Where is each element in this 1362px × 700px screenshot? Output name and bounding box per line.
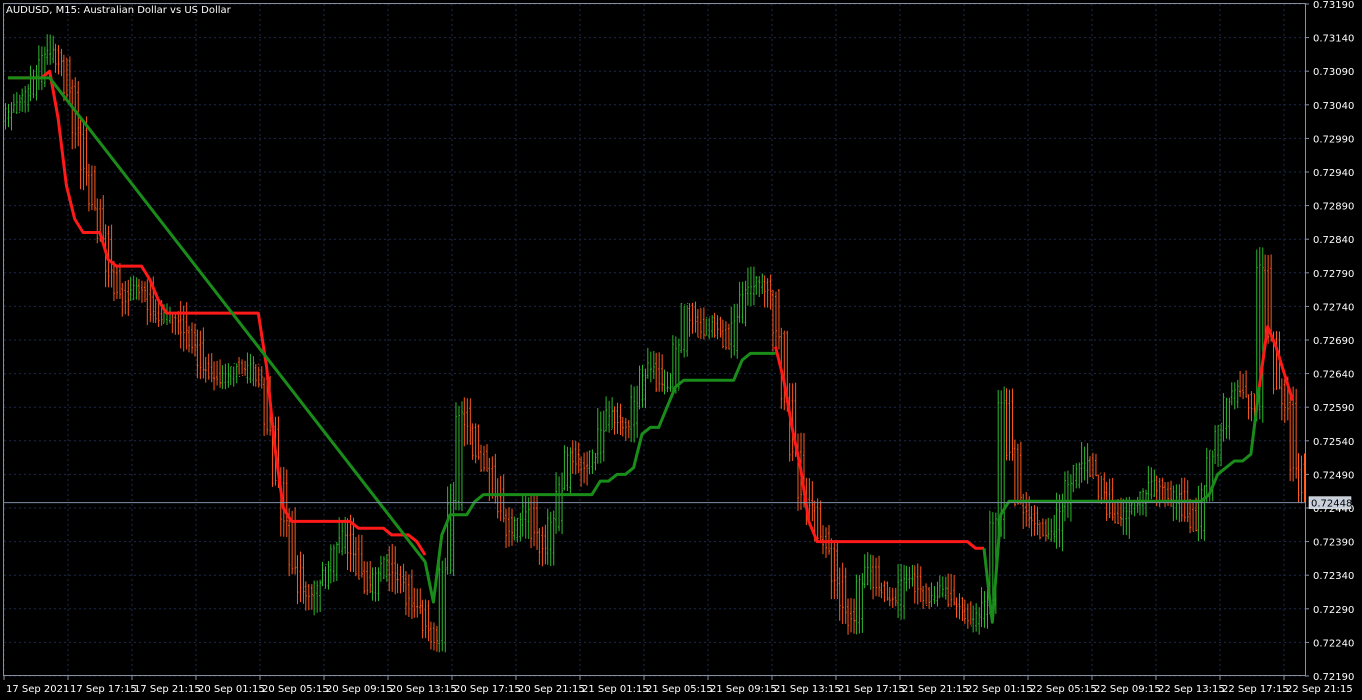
y-tick-label: 0.72840 xyxy=(1313,235,1354,246)
y-tick-label: 0.72190 xyxy=(1313,672,1354,683)
x-tick-label: 20 Sep 17:15 xyxy=(454,684,521,695)
current-price-label: 0.72448 xyxy=(1311,499,1352,510)
x-tick-label: 21 Sep 13:15 xyxy=(774,684,841,695)
y-tick-label: 0.72890 xyxy=(1313,202,1354,213)
x-tick-label: 20 Sep 01:15 xyxy=(198,684,265,695)
y-tick-label: 0.72640 xyxy=(1313,370,1354,381)
x-tick-label: 21 Sep 09:15 xyxy=(710,684,777,695)
y-tick-label: 0.72790 xyxy=(1313,269,1354,280)
y-tick-label: 0.72390 xyxy=(1313,538,1354,549)
x-tick-label: 22 Sep 17:15 xyxy=(1222,684,1289,695)
y-tick-label: 0.72240 xyxy=(1313,638,1354,649)
chart-title: AUDUSD, M15: Australian Dollar vs US Dol… xyxy=(6,5,232,16)
x-tick-label: 20 Sep 13:15 xyxy=(390,684,457,695)
y-tick-label: 0.73040 xyxy=(1313,101,1354,112)
x-tick-label: 20 Sep 05:15 xyxy=(262,684,329,695)
x-tick-label: 21 Sep 21:15 xyxy=(902,684,969,695)
y-tick-label: 0.73190 xyxy=(1313,0,1354,11)
x-tick-label: 22 Sep 13:15 xyxy=(1158,684,1225,695)
x-tick-label: 20 Sep 21:15 xyxy=(518,684,585,695)
x-tick-label: 17 Sep 17:15 xyxy=(70,684,137,695)
x-tick-label: 21 Sep 05:15 xyxy=(646,684,713,695)
y-tick-label: 0.73090 xyxy=(1313,67,1354,78)
grid xyxy=(3,3,1305,677)
current-price-tag: 0.72448 xyxy=(1308,496,1352,510)
y-tick-label: 0.72590 xyxy=(1313,403,1354,414)
y-tick-label: 0.72540 xyxy=(1313,437,1354,448)
x-tick-label: 22 Sep 21:15 xyxy=(1286,684,1353,695)
y-tick-label: 0.72490 xyxy=(1313,470,1354,481)
y-tick-label: 0.73140 xyxy=(1313,34,1354,45)
x-tick-label: 22 Sep 09:15 xyxy=(1094,684,1161,695)
x-tick-label: 21 Sep 01:15 xyxy=(582,684,649,695)
x-tick-label: 17 Sep 2021 xyxy=(6,684,69,695)
x-tick-label: 21 Sep 17:15 xyxy=(838,684,905,695)
x-tick-label: 22 Sep 05:15 xyxy=(1030,684,1097,695)
y-tick-label: 0.72740 xyxy=(1313,302,1354,313)
y-tick-label: 0.72340 xyxy=(1313,571,1354,582)
x-tick-label: 20 Sep 09:15 xyxy=(326,684,393,695)
y-tick-label: 0.72990 xyxy=(1313,134,1354,145)
price-axis[interactable]: 0.72190 0.72240 0.72290 0.72340 0.72390 0.724… xyxy=(1305,0,1354,683)
x-tick-label: 22 Sep 01:15 xyxy=(966,684,1033,695)
y-tick-label: 0.72940 xyxy=(1313,168,1354,179)
x-tick-label: 17 Sep 21:15 xyxy=(134,684,201,695)
y-tick-label: 0.72290 xyxy=(1313,605,1354,616)
y-tick-label: 0.72690 xyxy=(1313,336,1354,347)
price-chart[interactable]: AUDUSD, M15: Australian Dollar vs US Dol… xyxy=(0,0,1362,700)
